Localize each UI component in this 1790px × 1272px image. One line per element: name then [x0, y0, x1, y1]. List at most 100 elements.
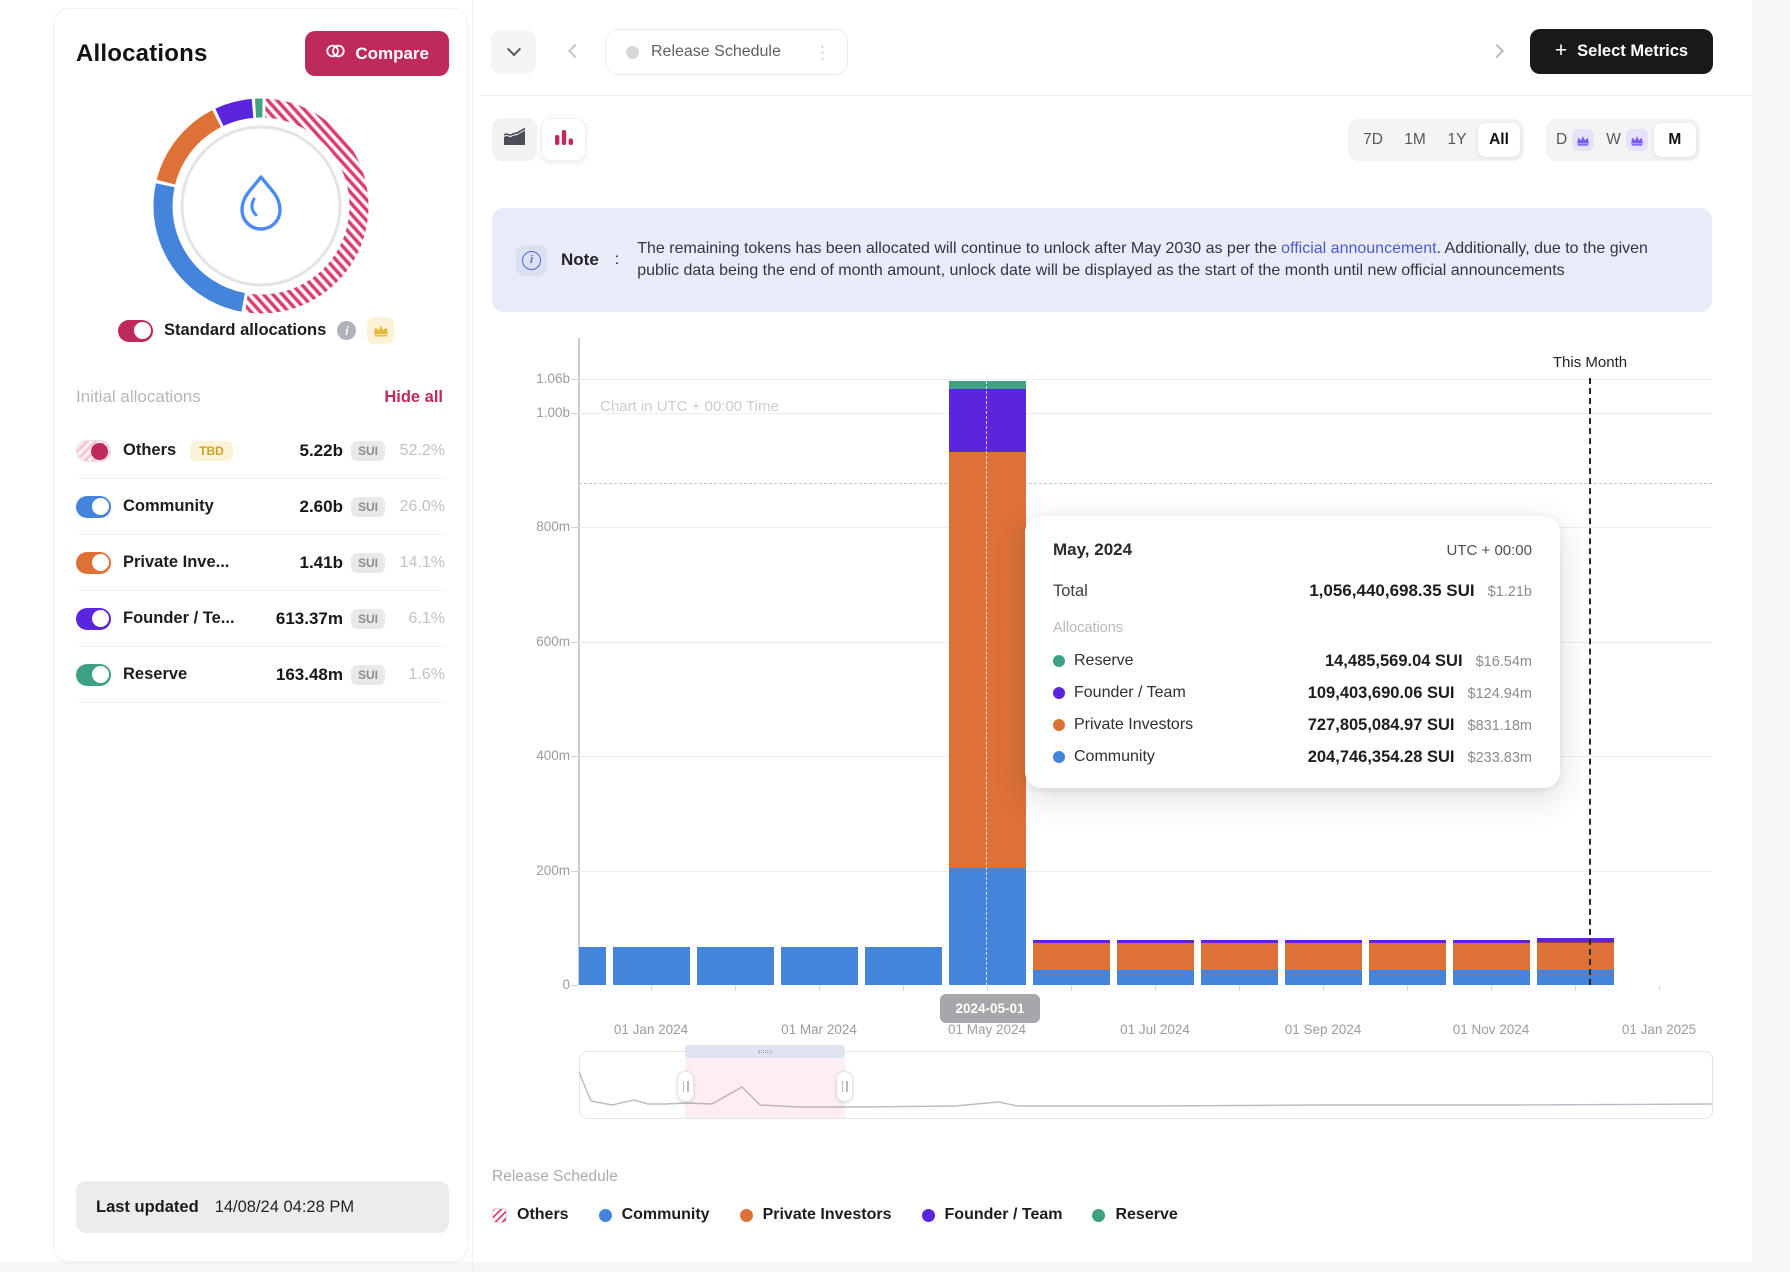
bar-jun-2024-private-investors[interactable] — [1033, 943, 1110, 970]
range-1m[interactable]: 1M — [1394, 123, 1436, 157]
mode-d[interactable]: D — [1550, 123, 1600, 157]
bar-chart-type-button[interactable] — [541, 118, 586, 161]
bar-oct-2024-community[interactable] — [1369, 970, 1446, 985]
allocation-name: Founder / Te... — [123, 609, 235, 628]
tooltip-series-values: 204,746,354.28 SUI$233.83m — [1308, 748, 1532, 767]
x-tick-mark — [1659, 986, 1660, 991]
y-tick-label: 1.00b — [500, 403, 570, 423]
info-icon[interactable]: i — [337, 321, 356, 340]
bar-apr-2024-community[interactable] — [865, 947, 942, 985]
bar-jul-2024-founder-team[interactable] — [1117, 940, 1194, 943]
brush-handle-right[interactable] — [836, 1071, 853, 1102]
mode-w[interactable]: W — [1600, 123, 1654, 157]
bar-nov-2024-private-investors[interactable] — [1453, 943, 1530, 970]
bar-jun-2024-community[interactable] — [1033, 970, 1110, 985]
standard-allocations-label: Standard allocations — [164, 321, 326, 340]
right-gutter — [1752, 0, 1790, 1272]
bar-mar-2024-community[interactable] — [781, 947, 858, 985]
legend-item-founder-team[interactable]: Founder / Team — [922, 1206, 1063, 1224]
allocation-percent: 6.1% — [393, 610, 445, 628]
legend-label: Community — [622, 1206, 710, 1224]
bar-sep-2024-private-investors[interactable] — [1285, 943, 1362, 970]
legend-item-reserve[interactable]: Reserve — [1092, 1206, 1177, 1224]
area-chart-icon — [502, 127, 527, 152]
legend-dot-icon — [922, 1209, 935, 1222]
next-series-button[interactable] — [1492, 43, 1502, 61]
interval-mode-group: DWM — [1546, 119, 1700, 161]
bar-feb-2024-community[interactable] — [697, 947, 774, 985]
sui-unit-chip: SUI — [351, 441, 385, 461]
this-month-marker-line — [1589, 378, 1591, 985]
legend-item-others[interactable]: Others — [492, 1206, 569, 1224]
allocation-row: OthersTBD5.22bSUI52.2% — [76, 423, 445, 479]
allocation-toggle-founder-te-[interactable] — [76, 608, 111, 630]
kebab-menu-icon[interactable]: ⋮ — [814, 44, 831, 61]
bar-aug-2024-private-investors[interactable] — [1201, 943, 1278, 970]
striped-swatch-icon — [492, 1208, 507, 1223]
bar-nov-2024-founder-team[interactable] — [1453, 940, 1530, 943]
y-tick-mark — [571, 642, 578, 643]
x-tick-label: 01 May 2024 — [922, 1022, 1052, 1037]
brush-handle-left[interactable] — [677, 1071, 694, 1102]
topbar-divider — [480, 95, 1752, 96]
area-chart-type-button[interactable] — [492, 118, 537, 161]
tooltip-section-label: Allocations — [1053, 620, 1532, 636]
y-tick-mark — [571, 527, 578, 528]
bar-jul-2024-private-investors[interactable] — [1117, 943, 1194, 970]
prev-series-button[interactable] — [570, 43, 580, 61]
legend-label: Reserve — [1115, 1206, 1177, 1224]
bar-aug-2024-community[interactable] — [1201, 970, 1278, 985]
bar-dec-2024-community[interactable] — [1537, 970, 1614, 985]
range-all[interactable]: All — [1478, 123, 1520, 157]
bar-may-2024-founder-team[interactable] — [949, 389, 1026, 452]
bar-nov-2024-community[interactable] — [1453, 970, 1530, 985]
tooltip-series-name: Private Investors — [1074, 716, 1193, 734]
y-tick-label: 0 — [500, 975, 570, 995]
allocation-percent: 14.1% — [393, 554, 445, 572]
legend-item-community[interactable]: Community — [599, 1206, 710, 1224]
series-pill-label: Release Schedule — [651, 43, 781, 61]
range-7d[interactable]: 7D — [1352, 123, 1394, 157]
legend-item-private-investors[interactable]: Private Investors — [740, 1206, 892, 1224]
x-tick-mark — [735, 986, 736, 991]
official-announcement-link[interactable]: official announcement — [1281, 240, 1436, 257]
brush-selection[interactable] — [685, 1052, 845, 1118]
allocation-toggle-community[interactable] — [76, 496, 111, 518]
tooltip-series-name: Reserve — [1074, 652, 1134, 670]
bar-jun-2024-founder-team[interactable] — [1033, 940, 1110, 943]
brush-selection-strip[interactable] — [685, 1045, 845, 1058]
allocation-toggle-others[interactable] — [76, 440, 111, 462]
sui-unit-chip: SUI — [351, 497, 385, 517]
bar-dec-2024-founder-team[interactable] — [1537, 938, 1614, 941]
bar-dec-2024-private-investors[interactable] — [1537, 943, 1614, 970]
bar-sep-2024-founder-team[interactable] — [1285, 940, 1362, 943]
tooltip-series-value: 204,746,354.28 SUI — [1308, 748, 1455, 767]
bar-jan-2024-community[interactable] — [613, 947, 690, 985]
tooltip-row-reserve: Reserve14,485,569.04 SUI$16.54m — [1053, 645, 1532, 677]
allocation-percent: 52.2% — [393, 442, 445, 460]
initial-allocations-heading: Initial allocations — [76, 387, 201, 407]
collapse-panel-button[interactable] — [491, 30, 536, 74]
allocation-amount: 1.41b — [300, 553, 343, 573]
bar-sep-2024-community[interactable] — [1285, 970, 1362, 985]
bar-jul-2024-community[interactable] — [1117, 970, 1194, 985]
hide-all-link[interactable]: Hide all — [384, 388, 443, 407]
bar-may-2024-reserve[interactable] — [949, 381, 1026, 389]
bar-oct-2024-founder-team[interactable] — [1369, 940, 1446, 943]
bar-oct-2024-private-investors[interactable] — [1369, 943, 1446, 970]
bar-aug-2024-founder-team[interactable] — [1201, 940, 1278, 943]
select-metrics-button[interactable]: + Select Metrics — [1530, 29, 1713, 74]
standard-allocations-toggle[interactable] — [118, 320, 153, 342]
allocation-toggle-private-inve-[interactable] — [76, 552, 111, 574]
chart-tooltip: May, 2024 UTC + 00:00 Total 1,056,440,69… — [1025, 516, 1560, 788]
series-pill-release-schedule[interactable]: Release Schedule ⋮ — [605, 29, 848, 75]
bar-dec-2024-others[interactable] — [1537, 942, 1614, 944]
allocation-toggle-reserve[interactable] — [76, 664, 111, 686]
bar-may-2024-private-investors[interactable] — [949, 452, 1026, 868]
compare-button[interactable]: Compare — [305, 31, 449, 76]
range-1y[interactable]: 1Y — [1436, 123, 1478, 157]
bar-may-2024-community[interactable] — [949, 868, 1026, 985]
tooltip-series-usd: $16.54m — [1476, 654, 1532, 670]
mode-m[interactable]: M — [1654, 123, 1696, 157]
bar-dec-2023-community[interactable] — [579, 947, 606, 985]
